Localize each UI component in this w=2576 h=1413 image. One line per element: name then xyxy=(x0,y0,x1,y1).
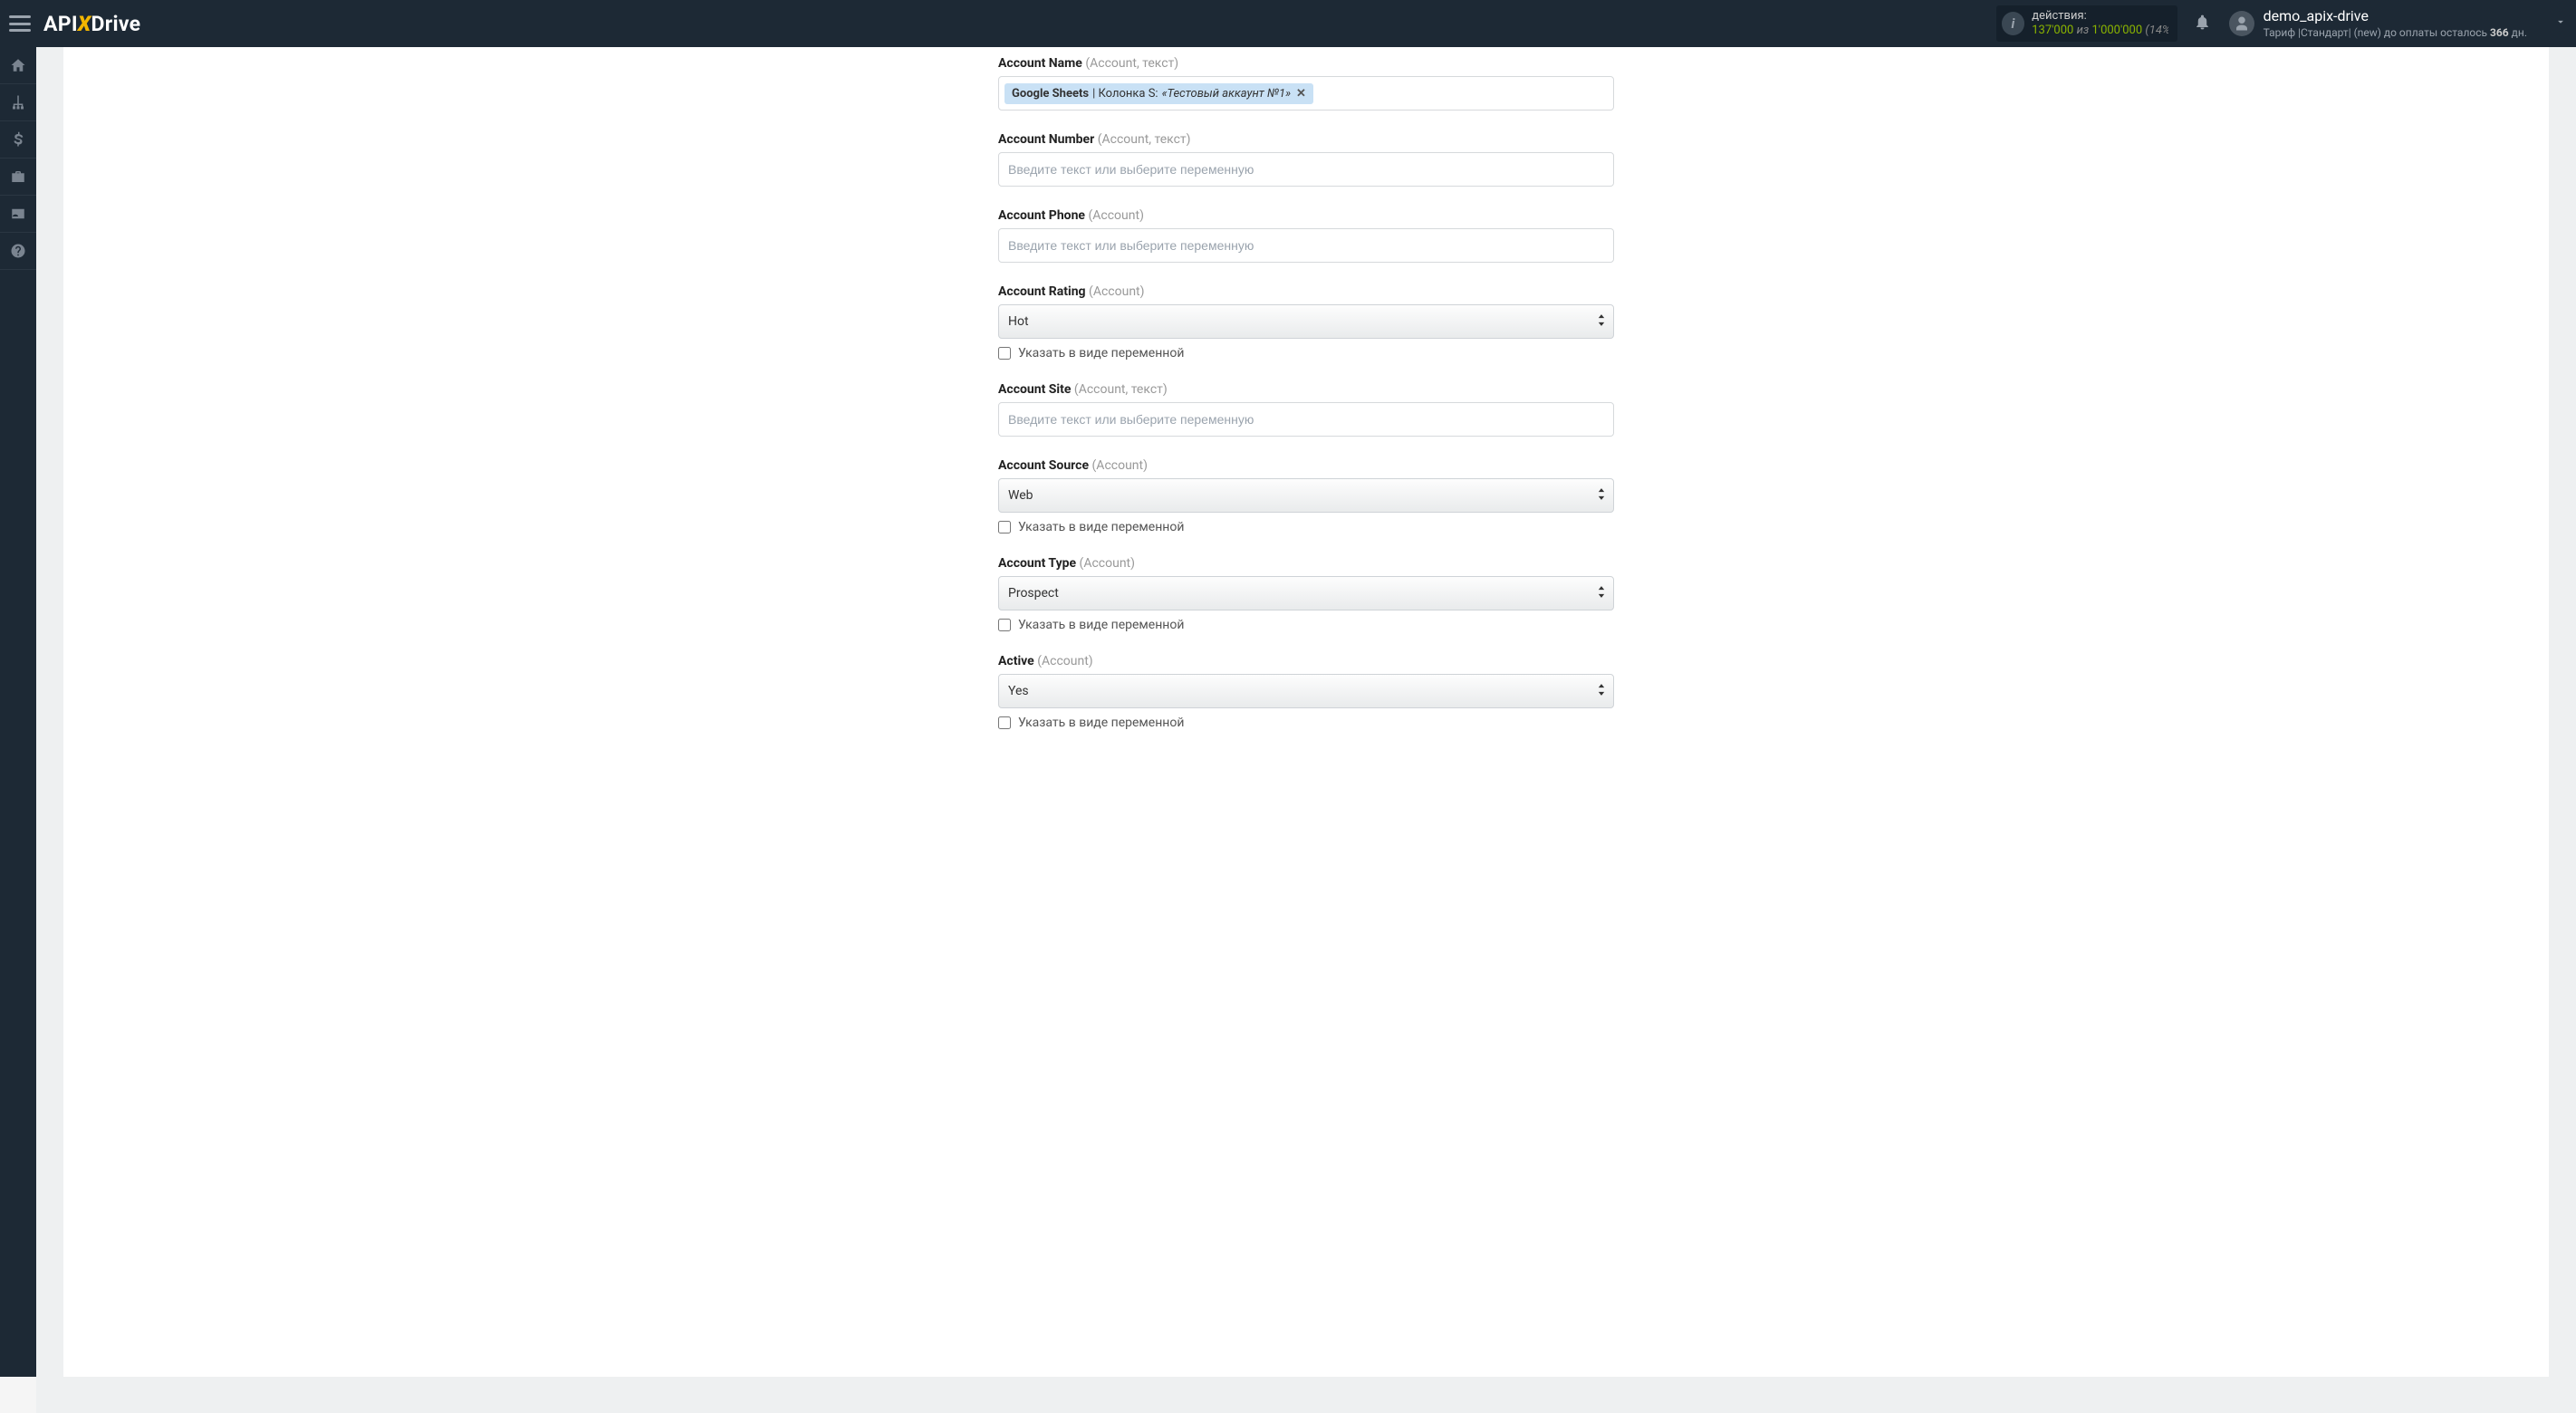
user-icon xyxy=(2234,15,2250,32)
account-type-select[interactable]: Prospect xyxy=(998,576,1614,610)
id-card-icon xyxy=(10,206,26,222)
field-account-phone: Account Phone (Account) xyxy=(998,208,1614,263)
main-area: Account Name (Account, текст) Google She… xyxy=(36,47,2576,1413)
field-account-rating: Account Rating (Account) Hot Указать в в… xyxy=(998,284,1614,360)
notifications-button[interactable] xyxy=(2194,14,2211,34)
account-site-input[interactable] xyxy=(998,402,1614,437)
account-phone-input[interactable] xyxy=(998,228,1614,263)
account-type-var-checkbox[interactable] xyxy=(998,619,1011,631)
topbar: APIXDrive i действия: 137'000 из 1'000'0… xyxy=(0,0,2576,47)
user-menu-caret xyxy=(2554,14,2567,32)
logo-drive: Drive xyxy=(91,12,140,36)
field-account-site: Account Site (Account, текст) xyxy=(998,382,1614,437)
sidebar xyxy=(0,47,36,1377)
menu-toggle[interactable] xyxy=(9,15,31,32)
variable-tag[interactable]: Google Sheets | Колонка S: «Тестовый акк… xyxy=(1004,83,1313,104)
logo-api: API xyxy=(43,12,78,36)
sidebar-item-help[interactable] xyxy=(0,233,36,270)
field-account-number: Account Number (Account, текст) xyxy=(998,132,1614,187)
account-rating-select[interactable]: Hot xyxy=(998,304,1614,339)
sidebar-item-business[interactable] xyxy=(0,159,36,196)
form-card: Account Name (Account, текст) Google She… xyxy=(63,47,2549,1377)
sidebar-item-contacts[interactable] xyxy=(0,196,36,233)
account-number-input[interactable] xyxy=(998,152,1614,187)
account-source-var-checkbox[interactable] xyxy=(998,521,1011,533)
chevron-down-icon xyxy=(2554,15,2567,28)
home-icon xyxy=(10,57,26,73)
tag-remove-icon[interactable]: ✕ xyxy=(1296,87,1306,101)
sidebar-item-billing[interactable] xyxy=(0,121,36,159)
field-account-type: Account Type (Account) Prospect Указать … xyxy=(998,556,1614,632)
avatar xyxy=(2229,11,2254,36)
sidebar-item-home[interactable] xyxy=(0,47,36,84)
user-name: demo_apix-drive xyxy=(2264,7,2527,26)
logo-x: X xyxy=(78,12,91,36)
user-menu[interactable]: demo_apix-drive Тариф |Стандарт| (new) д… xyxy=(2229,7,2567,40)
sitemap-icon xyxy=(10,94,26,111)
field-active: Active (Account) Yes Указать в виде пере… xyxy=(998,654,1614,730)
actions-values: 137'000 из 1'000'000 (14% xyxy=(2032,24,2167,38)
help-icon xyxy=(10,243,26,259)
briefcase-icon xyxy=(10,168,26,185)
actions-counter[interactable]: i действия: 137'000 из 1'000'000 (14% xyxy=(1996,5,2177,41)
active-select[interactable]: Yes xyxy=(998,674,1614,708)
info-icon: i xyxy=(2002,12,2025,35)
field-account-source: Account Source (Account) Web Указать в в… xyxy=(998,458,1614,534)
dollar-icon xyxy=(10,131,26,148)
user-tariff: Тариф |Стандарт| (new) до оплаты осталос… xyxy=(2264,26,2527,41)
account-source-select[interactable]: Web xyxy=(998,478,1614,513)
active-var-checkbox[interactable] xyxy=(998,716,1011,729)
bell-icon xyxy=(2194,14,2211,31)
logo[interactable]: APIXDrive xyxy=(43,12,140,36)
field-account-name: Account Name (Account, текст) Google She… xyxy=(998,56,1614,111)
actions-label: действия: xyxy=(2032,9,2167,24)
account-rating-var-checkbox[interactable] xyxy=(998,347,1011,360)
sidebar-item-connections[interactable] xyxy=(0,84,36,121)
account-name-input[interactable]: Google Sheets | Колонка S: «Тестовый акк… xyxy=(998,76,1614,111)
